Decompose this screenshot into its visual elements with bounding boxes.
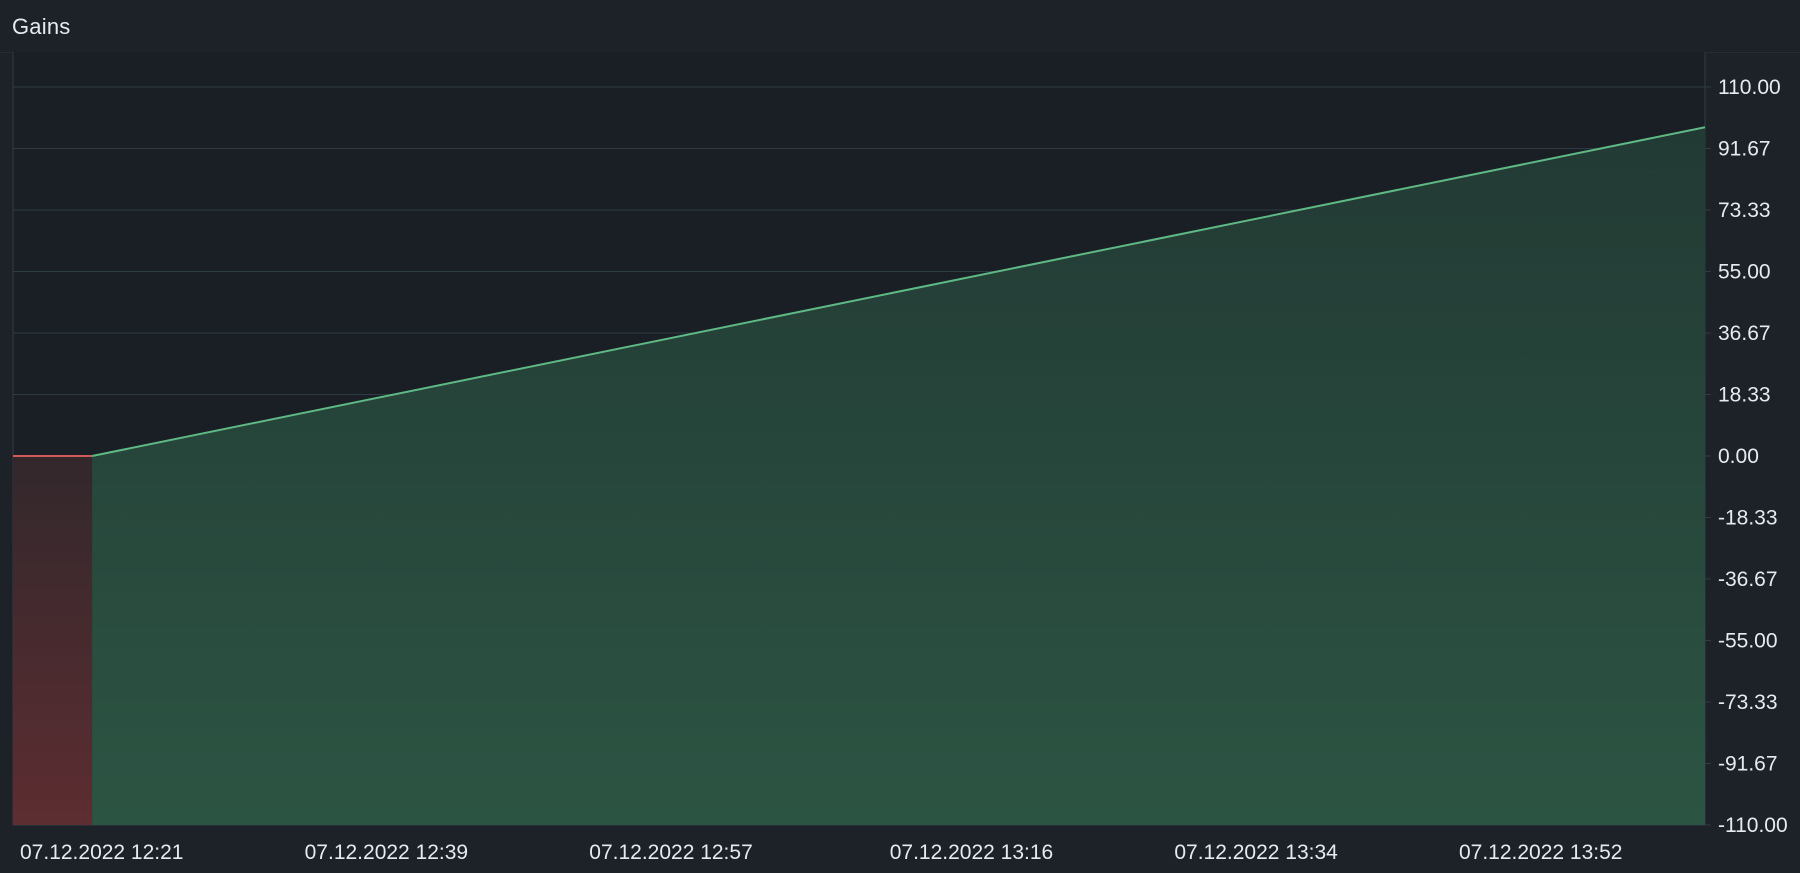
x-tick-label: 07.12.2022 12:21 — [20, 841, 184, 864]
y-axis: 110.00 91.67 73.33 55.00 36.67 18.33 0.00 -18.3… — [1705, 76, 1788, 837]
x-axis: 07.12.2022 12:21 07.12.2022 12:39 07.12.20… — [20, 841, 1622, 864]
x-tick-label: 07.12.2022 12:39 — [305, 841, 469, 864]
y-tick-label: 18.33 — [1718, 384, 1771, 407]
y-tick-label: 55.00 — [1718, 261, 1771, 284]
gains-chart: 110.00 91.67 73.33 55.00 36.67 18.33 0.00 -18.3… — [12, 52, 1788, 864]
x-tick-label: 07.12.2022 13:34 — [1174, 841, 1338, 864]
x-tick-label: 07.12.2022 13:16 — [890, 841, 1054, 864]
y-tick-label: -110.00 — [1718, 814, 1788, 837]
y-tick-label: 91.67 — [1718, 137, 1771, 160]
y-tick-label: -18.33 — [1718, 506, 1778, 529]
y-tick-label: 73.33 — [1718, 199, 1771, 222]
y-tick-label: -36.67 — [1718, 568, 1778, 591]
y-tick-label: 36.67 — [1718, 322, 1771, 345]
y-tick-label: -91.67 — [1718, 753, 1778, 776]
x-tick-label: 07.12.2022 13:52 — [1459, 841, 1623, 864]
loss-area — [13, 456, 93, 825]
y-tick-label: 0.00 — [1718, 445, 1759, 468]
y-tick-label: -55.00 — [1718, 630, 1778, 653]
y-tick-label: -73.33 — [1718, 691, 1778, 714]
x-tick-label: 07.12.2022 12:57 — [589, 841, 753, 864]
y-tick-label: 110.00 — [1718, 76, 1781, 99]
